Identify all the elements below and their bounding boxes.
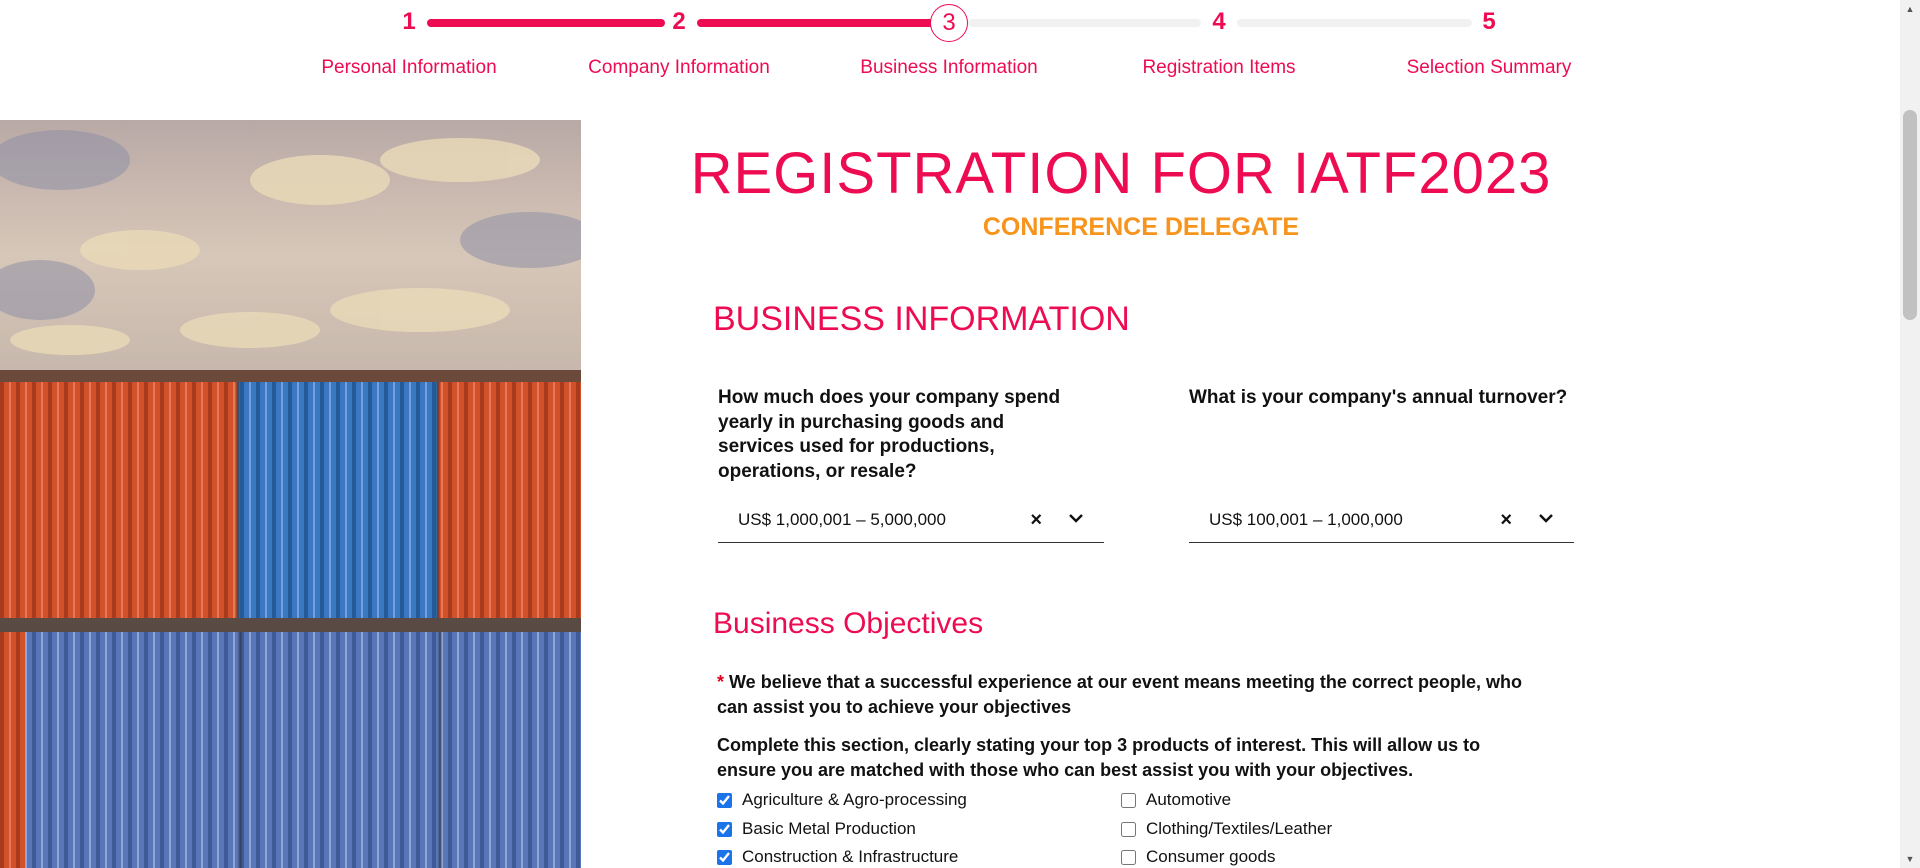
- turnover-question-label: What is your company's annual turnover?: [1189, 387, 1568, 408]
- objective-checkbox[interactable]: [1121, 849, 1136, 865]
- progress-stepper: 1 2 3 4 5 Personal Information Company I…: [0, 0, 1900, 120]
- spend-question-label: How much does your company spend yearly …: [718, 387, 1061, 482]
- objectives-instruction: Complete this section, clearly stating y…: [717, 735, 1481, 780]
- objective-option[interactable]: Construction & Infrastructure: [717, 845, 958, 868]
- page-subtitle: CONFERENCE DELEGATE: [982, 213, 1300, 241]
- objective-checkbox[interactable]: [1121, 821, 1136, 837]
- page-title: REGISTRATION FOR IATF2023: [690, 141, 1552, 206]
- objective-option[interactable]: Clothing/Textiles/Leather: [1121, 817, 1332, 841]
- step-5-number[interactable]: 5: [1469, 8, 1509, 36]
- chevron-down-icon[interactable]: [1066, 508, 1086, 528]
- scroll-down-arrow-icon[interactable]: ▼: [1900, 850, 1920, 868]
- objectives-intro-text: We believe that a successful experience …: [717, 672, 1522, 717]
- objective-option[interactable]: Automotive: [1121, 788, 1231, 812]
- objective-checkbox[interactable]: [717, 792, 732, 808]
- chevron-down-icon[interactable]: [1536, 508, 1556, 528]
- step-connector-3-4: [968, 19, 1201, 27]
- objectives-intro: * We believe that a successful experienc…: [717, 670, 1537, 719]
- scroll-up-arrow-icon[interactable]: ▲: [1900, 0, 1920, 18]
- objective-option[interactable]: Basic Metal Production: [717, 817, 916, 841]
- step-connector-4-5: [1237, 19, 1472, 27]
- step-3-label[interactable]: Business Information: [819, 57, 1079, 79]
- step-5-label[interactable]: Selection Summary: [1359, 57, 1619, 79]
- clear-icon[interactable]: ×: [1500, 509, 1512, 532]
- required-mark: *: [717, 672, 725, 692]
- clear-icon[interactable]: ×: [1030, 509, 1042, 532]
- business-objectives-heading: Business Objectives: [713, 607, 984, 640]
- step-connector-2-3: [697, 19, 934, 27]
- vertical-scrollbar[interactable]: ▲ ▼: [1900, 0, 1920, 868]
- turnover-select[interactable]: US$ 100,001 – 1,000,000 ×: [1189, 500, 1574, 543]
- objective-option-label: Clothing/Textiles/Leather: [1146, 819, 1333, 838]
- objective-option[interactable]: Agriculture & Agro-processing: [717, 788, 967, 812]
- step-2-label[interactable]: Company Information: [549, 57, 809, 79]
- objective-checkbox[interactable]: [717, 849, 732, 865]
- objective-option[interactable]: Consumer goods: [1121, 845, 1275, 868]
- objective-checkbox[interactable]: [717, 821, 732, 837]
- turnover-select-value: US$ 100,001 – 1,000,000: [1209, 510, 1403, 529]
- objective-option-label: Construction & Infrastructure: [742, 847, 959, 866]
- step-1-number[interactable]: 1: [389, 8, 429, 36]
- step-4-number[interactable]: 4: [1199, 8, 1239, 36]
- step-3-number-current[interactable]: 3: [930, 4, 968, 42]
- objective-option-label: Agriculture & Agro-processing: [742, 790, 967, 809]
- step-1-label[interactable]: Personal Information: [279, 57, 539, 79]
- step-2-number[interactable]: 2: [659, 8, 699, 36]
- objective-option-label: Consumer goods: [1146, 847, 1276, 866]
- objective-checkbox[interactable]: [1121, 792, 1136, 808]
- step-4-label[interactable]: Registration Items: [1089, 57, 1349, 79]
- spend-select-value: US$ 1,000,001 – 5,000,000: [738, 510, 946, 529]
- step-connector-1-2: [427, 19, 665, 27]
- scrollbar-thumb[interactable]: [1903, 110, 1917, 320]
- objective-option-label: Automotive: [1146, 790, 1232, 809]
- shipping-containers-image: [0, 120, 581, 868]
- objective-option-label: Basic Metal Production: [742, 819, 916, 838]
- business-information-heading: BUSINESS INFORMATION: [713, 300, 1130, 338]
- spend-select[interactable]: US$ 1,000,001 – 5,000,000 ×: [718, 500, 1104, 543]
